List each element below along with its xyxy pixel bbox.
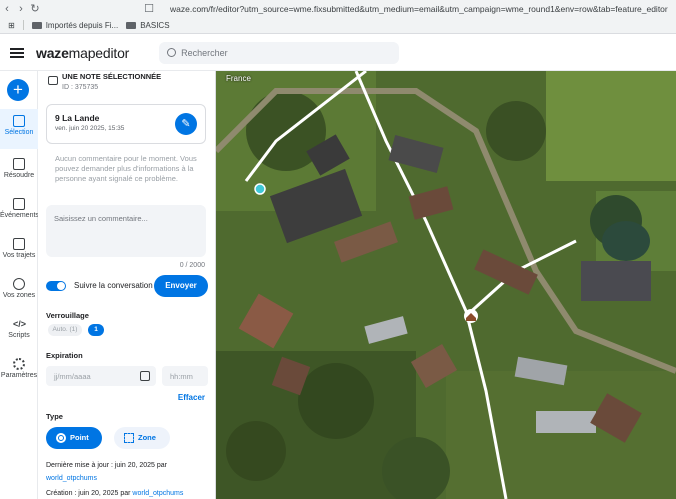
radio-icon (56, 433, 66, 443)
left-rail: + Sélection Résoudre Événements Vos traj… (0, 71, 39, 499)
menu-icon[interactable] (10, 46, 24, 60)
type-label: Type (46, 412, 63, 421)
search-icon (167, 48, 177, 57)
app-header: wazemapeditor Rechercher (0, 35, 676, 71)
type-point-button[interactable]: Point (46, 427, 102, 449)
edit-button[interactable]: ✎ (175, 113, 197, 135)
back-icon[interactable]: ‹ (0, 3, 14, 15)
expiration-time-input[interactable]: hh:mm (162, 366, 208, 386)
type-zone-button[interactable]: Zone (114, 427, 170, 449)
gear-icon (13, 358, 25, 370)
note-date: ven. juin 20 2025, 15:35 (55, 125, 125, 132)
events-icon (13, 198, 25, 210)
feature-editor-panel: UNE NOTE SÉLECTIONNÉE ID : 375735 9 La L… (38, 71, 216, 499)
app-logo: wazemapeditor (36, 44, 130, 61)
rail-item-scripts[interactable]: </> Scripts (0, 318, 38, 339)
address-bar[interactable]: waze.com/fr/editor?utm_source=wme.fixsub… (170, 4, 668, 14)
empty-comments-text: Aucun commentaire pour le moment. Vous p… (55, 154, 197, 183)
divider (22, 20, 24, 30)
resolve-icon (13, 158, 25, 170)
car-icon (13, 238, 25, 250)
folder-icon (31, 21, 42, 29)
char-counter: 0 / 2000 (179, 262, 205, 269)
rail-item-settings[interactable]: Paramètres (0, 358, 38, 379)
creation-user-link[interactable]: world_otpchums (132, 490, 183, 497)
rail-item-resolve[interactable]: Résoudre (0, 158, 38, 179)
reload-icon[interactable]: ↻ (28, 2, 42, 15)
browser-toolbar: ‹ › ↻ ☐ waze.com/fr/editor?utm_source=wm… (0, 0, 676, 17)
note-icon (48, 76, 58, 85)
forward-icon[interactable]: › (14, 3, 28, 15)
lock-auto-chip[interactable]: Auto. (1) (48, 324, 82, 336)
bookmark-icon[interactable]: ☐ (142, 2, 156, 15)
country-label: France (226, 74, 251, 83)
search-input[interactable]: Rechercher (159, 41, 400, 64)
send-button[interactable]: Envoyer (154, 275, 208, 297)
selection-icon (13, 115, 25, 127)
rail-item-areas[interactable]: Vos zones (0, 278, 38, 299)
lock-level-chip[interactable]: 1 (88, 324, 104, 336)
note-card: 9 La Lande ven. juin 20 2025, 15:35 ✎ (46, 104, 206, 144)
last-update-user-link[interactable]: world_otpchums (46, 475, 97, 482)
expiration-date-input[interactable]: jj/mm/aaaa (46, 366, 156, 386)
calendar-icon[interactable] (140, 371, 150, 381)
follow-toggle[interactable] (46, 281, 66, 291)
map-view[interactable]: France (216, 71, 676, 499)
add-button[interactable]: + (7, 79, 29, 101)
satellite-map[interactable] (216, 71, 676, 499)
rail-item-selection[interactable]: Sélection (0, 109, 38, 149)
panel-heading: UNE NOTE SÉLECTIONNÉE (62, 72, 162, 81)
pencil-icon: ✎ (181, 118, 191, 130)
clear-link[interactable]: Effacer (178, 393, 205, 402)
globe-icon (13, 278, 25, 290)
bookmarks-bar: ⊞ Importés depuis Fi... BASICS (0, 17, 676, 34)
zone-icon (124, 433, 134, 443)
comment-input[interactable]: Saisissez un commentaire... (46, 205, 206, 257)
rail-item-trips[interactable]: Vos trajets (0, 238, 38, 259)
note-id: ID : 375735 (62, 84, 99, 91)
rail-item-events[interactable]: Événements (0, 198, 39, 219)
folder-icon (126, 21, 137, 29)
bookmark-folder-imported[interactable]: Importés depuis Fi... (31, 21, 118, 30)
last-update-text: Dernière mise à jour : juin 20, 2025 par (46, 462, 168, 469)
note-title: 9 La Lande (55, 113, 100, 123)
follow-label: Suivre la conversation (74, 281, 153, 290)
bookmark-folder-basics[interactable]: BASICS (126, 21, 170, 30)
apps-icon[interactable]: ⊞ (8, 21, 15, 30)
map-marker-point[interactable] (254, 183, 266, 195)
code-icon: </> (13, 319, 27, 329)
expiration-label: Expiration (46, 351, 83, 360)
lock-label: Verrouillage (46, 311, 89, 320)
creation-text: Création : juin 20, 2025 par world_otpch… (46, 490, 184, 497)
